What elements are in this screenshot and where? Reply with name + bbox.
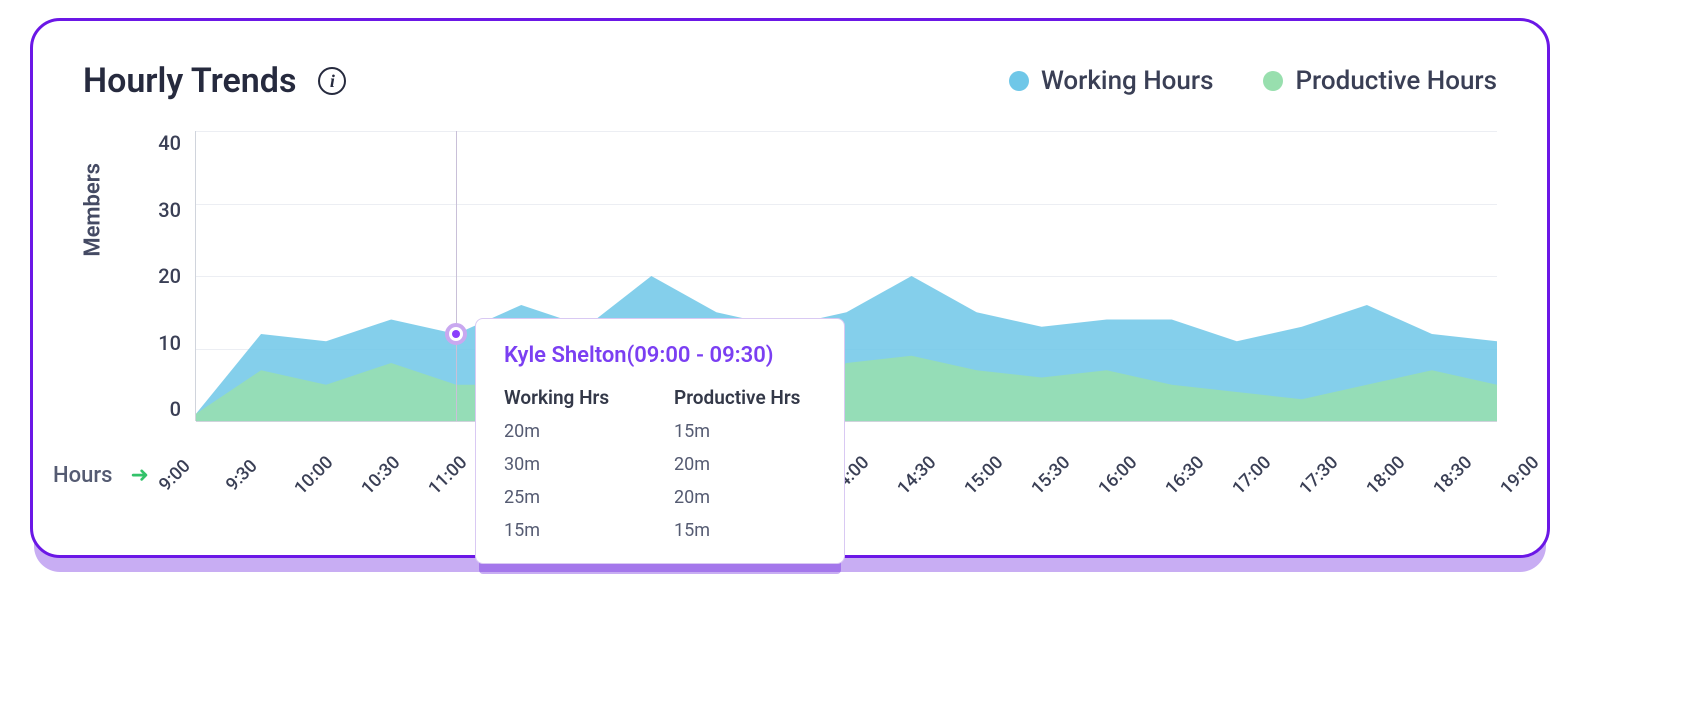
legend-dot-icon [1263,71,1283,91]
x-tick: 18:30 [1429,452,1476,499]
tooltip-working-value: 30m [504,454,644,475]
x-tick: 15:30 [1027,452,1074,499]
hover-tooltip: Kyle Shelton(09:00 - 09:30) Working Hrs … [475,318,845,564]
x-tick: 17:00 [1228,452,1275,499]
x-tick: 14:30 [893,452,940,499]
hover-line [456,131,457,421]
chart-legend: Working Hours Productive Hours [1009,66,1497,96]
tooltip-title: Kyle Shelton(09:00 - 09:30) [504,343,816,368]
x-tick: 18:00 [1362,452,1409,499]
y-axis-label: Members [81,163,106,257]
tooltip-row: 20m 15m [504,421,816,442]
tooltip-productive-value: 20m [674,454,710,475]
tooltip-row: 30m 20m [504,454,816,475]
x-tick: 9:00 [155,456,195,496]
tooltip-rows: 20m 15m 30m 20m 25m 20m 15m 15m [504,421,816,541]
legend-label: Working Hours [1041,66,1214,96]
tooltip-productive-value: 15m [674,421,710,442]
legend-label: Productive Hours [1295,66,1497,96]
title-group: Hourly Trends i [83,61,346,101]
tooltip-headers: Working Hrs Productive Hrs [504,386,816,409]
x-tick: 17:30 [1295,452,1342,499]
plot[interactable] [195,131,1497,421]
info-icon-glyph: i [330,71,335,92]
x-tick: 16:00 [1094,452,1141,499]
x-tick: 16:30 [1161,452,1208,499]
y-tick: 20 [141,264,181,288]
highlight-dot-icon [445,323,467,345]
legend-productive-hours[interactable]: Productive Hours [1263,66,1497,96]
area-svg [196,131,1497,421]
x-axis-label: Hours [53,463,112,488]
tooltip-col1-header: Working Hrs [504,386,644,409]
legend-dot-icon [1009,71,1029,91]
y-tick: 30 [141,198,181,222]
y-axis-ticks: 40 30 20 10 0 [141,131,181,421]
tooltip-col2-header: Productive Hrs [674,386,800,409]
info-icon[interactable]: i [318,67,346,95]
legend-working-hours[interactable]: Working Hours [1009,66,1214,96]
x-tick: 9:30 [222,456,262,496]
tooltip-row: 25m 20m [504,487,816,508]
tooltip-working-value: 15m [504,520,644,541]
y-tick: 40 [141,131,181,155]
tooltip-working-value: 25m [504,487,644,508]
tooltip-working-value: 20m [504,421,644,442]
tooltip-productive-value: 20m [674,487,710,508]
x-tick: 11:00 [424,452,471,499]
x-tick: 19:00 [1496,452,1543,499]
arrow-right-icon: ➜ [130,463,148,488]
y-tick: 10 [141,331,181,355]
x-tick: 10:30 [357,452,404,499]
x-tick: 10:00 [290,452,337,499]
page-title: Hourly Trends [83,61,296,101]
tooltip-productive-value: 15m [674,520,710,541]
tooltip-row: 15m 15m [504,520,816,541]
x-tick: 15:00 [960,452,1007,499]
card-header: Hourly Trends i Working Hours Productive… [83,61,1497,101]
y-tick: 0 [141,397,181,421]
